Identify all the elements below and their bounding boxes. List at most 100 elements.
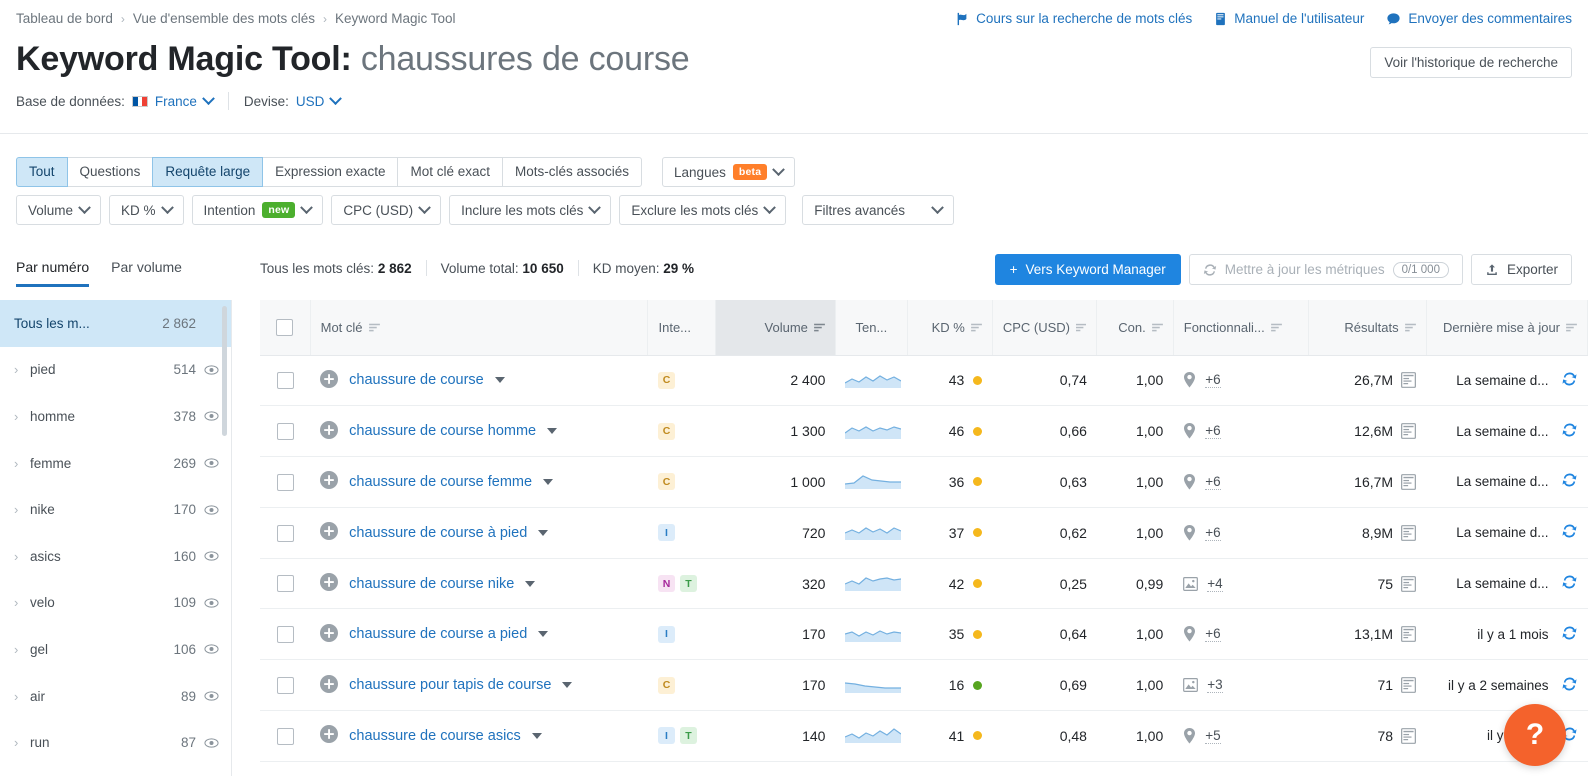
intent-badge-c[interactable]: C [657, 371, 675, 389]
filter-volume[interactable]: Volume [16, 195, 102, 225]
serp-features-more[interactable]: +5 [1205, 728, 1221, 744]
add-keyword-button[interactable] [320, 369, 339, 391]
database-value[interactable]: France [155, 94, 197, 109]
add-keyword-icon[interactable] [320, 522, 339, 541]
update-metrics-button[interactable]: Mettre à jour les métriques 0/1 000 [1188, 254, 1463, 285]
table-row[interactable]: chaussure de course a pied I 170 35 0,64 1,00… [260, 608, 1588, 661]
intent-badge-i[interactable]: I [657, 524, 675, 542]
chevron-right-icon[interactable]: › [14, 549, 30, 564]
keyword-link[interactable]: chaussure de course asics [349, 728, 521, 744]
breadcrumb-item-keyword-overview[interactable]: Vue d'ensemble des mots clés [133, 11, 315, 26]
keyword-menu-caret-icon[interactable] [543, 478, 554, 485]
row-checkbox[interactable] [276, 575, 294, 593]
eye-icon[interactable] [204, 365, 219, 375]
serp-features-more[interactable]: +6 [1205, 474, 1221, 490]
match-type-expression-exacte[interactable]: Expression exacte [262, 157, 399, 187]
sidebar-item-nike[interactable]: › nike 170 [0, 486, 231, 533]
sidebar-item-velo[interactable]: › velo 109 [0, 580, 231, 627]
intent-badge-c[interactable]: C [657, 676, 675, 694]
add-keyword-icon[interactable] [320, 623, 339, 642]
table-row[interactable]: chaussure pour tapis de course C 170 16 0,69… [260, 659, 1588, 712]
sidebar-item-homme[interactable]: › homme 378 [0, 393, 231, 440]
sidebar-scrollbar-thumb[interactable] [222, 306, 227, 436]
eye-icon[interactable] [204, 411, 219, 422]
chevron-right-icon[interactable]: › [14, 362, 30, 377]
chevron-right-icon[interactable]: › [14, 456, 30, 471]
match-type-requete-large[interactable]: Requête large [152, 157, 264, 187]
header-competition[interactable]: Con. [1096, 300, 1174, 356]
add-keyword-icon[interactable] [320, 725, 339, 744]
tab-par-numero[interactable]: Par numéro [16, 259, 90, 287]
sidebar-item-asics[interactable]: › asics 160 [0, 533, 231, 580]
sidebar-scrollbar-track[interactable] [222, 300, 229, 776]
row-refresh-button[interactable] [1561, 422, 1578, 441]
header-serp-features[interactable]: Fonctionnali... [1173, 300, 1309, 356]
chevron-right-icon[interactable]: › [14, 502, 30, 517]
sidebar-item-air[interactable]: › air 89 [0, 673, 231, 720]
filter-cpc[interactable]: CPC (USD) [331, 195, 442, 225]
intent-badge-i[interactable]: I [657, 625, 675, 643]
sidebar-item-femme[interactable]: › femme 269 [0, 440, 231, 487]
row-refresh-button[interactable] [1561, 625, 1578, 644]
intent-badge-c[interactable]: C [657, 422, 675, 440]
chevron-down-icon[interactable] [329, 91, 343, 105]
keyword-menu-caret-icon[interactable] [538, 529, 549, 536]
chevron-right-icon[interactable]: › [14, 689, 30, 704]
chevron-right-icon[interactable]: › [14, 735, 30, 750]
search-history-button[interactable]: Voir l'historique de recherche [1370, 47, 1572, 78]
table-row[interactable]: chaussure de course asics I T 140 41 0,48 1,00… [260, 710, 1588, 762]
keyword-groups-sidebar[interactable]: Tous les m... 2 862 › pied 514 › homme 3… [0, 300, 232, 776]
filter-exclude-keywords[interactable]: Exclure les mots clés [619, 195, 787, 225]
match-type-mot-cle-exact[interactable]: Mot clé exact [397, 157, 503, 187]
row-refresh-button[interactable] [1561, 676, 1578, 695]
add-keyword-icon[interactable] [320, 471, 339, 490]
table-row[interactable]: chaussure de course homme C 1 300 46 0,66 1,0… [260, 405, 1588, 458]
add-keyword-button[interactable] [320, 522, 339, 543]
chevron-right-icon[interactable]: › [14, 595, 30, 610]
header-last-update[interactable]: Dernière mise à jour [1426, 300, 1588, 356]
add-keyword-button[interactable] [320, 725, 339, 746]
row-checkbox[interactable] [276, 677, 294, 695]
table-row[interactable]: chaussure de course à pied I 720 37 0,62 1,00… [260, 507, 1588, 559]
keyword-link[interactable]: chaussure de course femme [349, 474, 532, 490]
filter-languages[interactable]: Langues beta [662, 157, 796, 187]
select-all-checkbox[interactable] [276, 318, 294, 336]
serp-features-more[interactable]: +3 [1207, 677, 1223, 694]
eye-icon[interactable] [204, 504, 219, 515]
row-checkbox[interactable] [276, 524, 294, 542]
row-checkbox[interactable] [276, 372, 294, 390]
link-keyword-research-course[interactable]: Cours sur la recherche de mots clés [955, 11, 1192, 26]
header-cpc[interactable]: CPC (USD) [992, 300, 1098, 356]
add-keyword-button[interactable] [320, 674, 339, 696]
header-volume[interactable]: Volume [715, 300, 836, 356]
eye-icon[interactable] [204, 691, 219, 701]
serp-features-more[interactable]: +6 [1205, 626, 1221, 643]
serp-features-more[interactable]: +6 [1205, 372, 1221, 389]
keyword-link[interactable]: chaussure de course [349, 372, 484, 388]
keyword-link[interactable]: chaussure de course homme [349, 423, 536, 439]
keyword-menu-caret-icon[interactable] [494, 377, 505, 384]
row-checkbox[interactable] [276, 727, 294, 745]
table-row[interactable]: chaussure de course C 2 400 43 0,74 1,00 +6 26,… [260, 355, 1588, 407]
eye-icon[interactable] [204, 737, 219, 748]
serp-features-more[interactable]: +6 [1205, 525, 1221, 541]
row-checkbox[interactable] [276, 423, 294, 441]
filter-intention[interactable]: Intention new [191, 195, 324, 225]
keyword-menu-caret-icon[interactable] [525, 580, 536, 587]
eye-icon[interactable] [204, 644, 219, 655]
sidebar-item-gel[interactable]: › gel 106 [0, 626, 231, 673]
row-refresh-button[interactable] [1561, 472, 1578, 491]
keyword-menu-caret-icon[interactable] [538, 631, 549, 638]
intent-badge-c[interactable]: C [657, 473, 675, 491]
header-keyword[interactable]: Mot clé [310, 300, 649, 356]
chevron-down-icon[interactable] [202, 91, 215, 105]
intent-badge-t[interactable]: T [679, 575, 697, 593]
add-keyword-icon[interactable] [320, 420, 339, 439]
add-keyword-button[interactable] [320, 573, 339, 594]
filter-advanced[interactable]: Filtres avancés [802, 195, 955, 225]
table-row[interactable]: chaussure de course nike N T 320 42 0,25 0,99 +… [260, 558, 1588, 610]
to-keyword-manager-button[interactable]: + Vers Keyword Manager [994, 254, 1181, 285]
help-button[interactable]: ? [1504, 704, 1566, 766]
table-row[interactable]: chaussure de course femme C 1 000 36 0,63 1,0… [260, 456, 1588, 508]
filter-include-keywords[interactable]: Inclure les mots clés [449, 195, 612, 225]
